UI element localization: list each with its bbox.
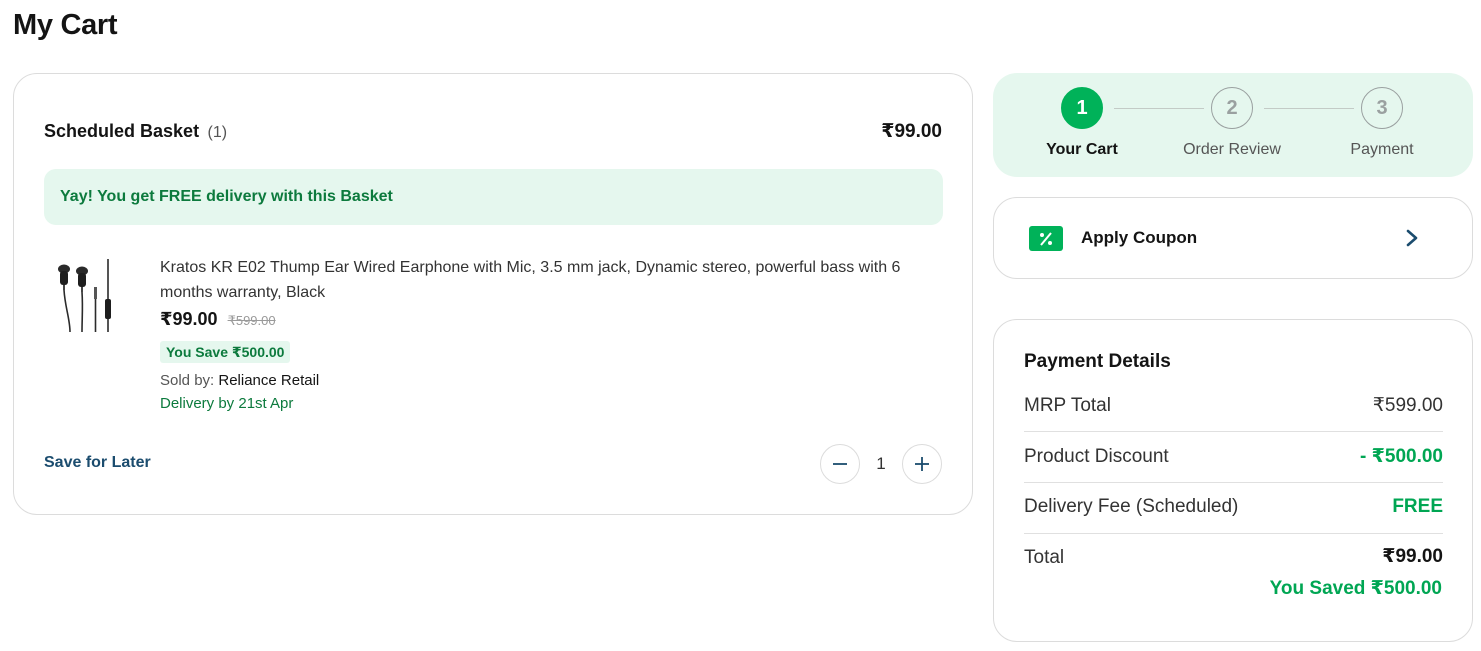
- payment-details-card: Payment Details MRP Total ₹599.00 Produc…: [993, 319, 1473, 642]
- checkout-stepper: 1 Your Cart 2 Order Review 3 Payment: [993, 73, 1473, 177]
- earphones-image[interactable]: [50, 257, 126, 339]
- row-label: Total: [1024, 547, 1065, 568]
- page-title: My Cart: [13, 9, 118, 41]
- step-label: Order Review: [1183, 141, 1281, 158]
- savings-badge: You Save ₹500.00: [160, 341, 291, 363]
- apply-coupon-label: Apply Coupon: [1081, 228, 1198, 247]
- mrp-total-row: MRP Total ₹599.00: [1024, 394, 1443, 417]
- minus-icon: [833, 463, 847, 465]
- payment-details-title: Payment Details: [1024, 351, 1171, 372]
- product-name[interactable]: Kratos KR E02 Thump Ear Wired Earphone w…: [160, 255, 940, 305]
- quantity-stepper: 1: [820, 444, 942, 484]
- total-row: Total ₹99.00: [1024, 545, 1443, 569]
- price-row: ₹99.00 ₹599.00: [160, 309, 276, 330]
- sold-by: Sold by: Reliance Retail: [160, 372, 319, 389]
- chevron-right-icon: [1406, 229, 1418, 247]
- step-order-review[interactable]: 2 Order Review: [1172, 87, 1292, 159]
- basket-header: Scheduled Basket (1) ₹99.00: [44, 118, 942, 144]
- you-saved-text: You Saved ₹500.00: [1269, 578, 1442, 599]
- save-for-later-button[interactable]: Save for Later: [44, 454, 151, 472]
- decrease-quantity-button[interactable]: [820, 444, 860, 484]
- product-price: ₹99.00: [160, 309, 218, 329]
- row-value: ₹599.00: [1372, 395, 1443, 416]
- row-value: FREE: [1392, 496, 1443, 517]
- step-label: Payment: [1350, 141, 1414, 158]
- step-number: 2: [1211, 87, 1253, 129]
- delivery-date: Delivery by 21st Apr: [160, 395, 294, 412]
- row-value: ₹99.00: [1382, 546, 1443, 567]
- plus-icon: [915, 457, 929, 471]
- step-label: Your Cart: [1046, 141, 1118, 158]
- sold-by-label: Sold by:: [160, 372, 215, 389]
- row-label: Product Discount: [1024, 445, 1169, 467]
- basket-title: Scheduled Basket: [44, 120, 200, 141]
- product-mrp: ₹599.00: [227, 313, 276, 328]
- divider: [1024, 431, 1443, 432]
- increase-quantity-button[interactable]: [902, 444, 942, 484]
- divider: [1024, 533, 1443, 534]
- row-label: Delivery Fee (Scheduled): [1024, 496, 1239, 517]
- step-number: 3: [1361, 87, 1403, 129]
- row-label: MRP Total: [1024, 394, 1111, 416]
- seller-name: Reliance Retail: [218, 372, 320, 389]
- basket-total: ₹99.00: [881, 120, 942, 142]
- basket-heading: Scheduled Basket (1): [44, 121, 227, 142]
- product-discount-row: Product Discount - ₹500.00: [1024, 445, 1443, 468]
- free-delivery-banner: Yay! You get FREE delivery with this Bas…: [44, 169, 943, 225]
- apply-coupon-button[interactable]: Apply Coupon: [993, 197, 1473, 279]
- step-number: 1: [1061, 87, 1103, 129]
- divider: [1024, 482, 1443, 483]
- step-your-cart[interactable]: 1 Your Cart: [1022, 87, 1142, 159]
- basket-card: Scheduled Basket (1) ₹99.00 Yay! You get…: [13, 73, 973, 515]
- step-payment[interactable]: 3 Payment: [1322, 87, 1442, 159]
- delivery-fee-row: Delivery Fee (Scheduled) FREE: [1024, 496, 1443, 518]
- quantity-value: 1: [876, 454, 886, 473]
- row-value: - ₹500.00: [1360, 446, 1443, 467]
- discount-tag-icon: [1029, 226, 1063, 251]
- basket-item-count: (1): [207, 123, 228, 141]
